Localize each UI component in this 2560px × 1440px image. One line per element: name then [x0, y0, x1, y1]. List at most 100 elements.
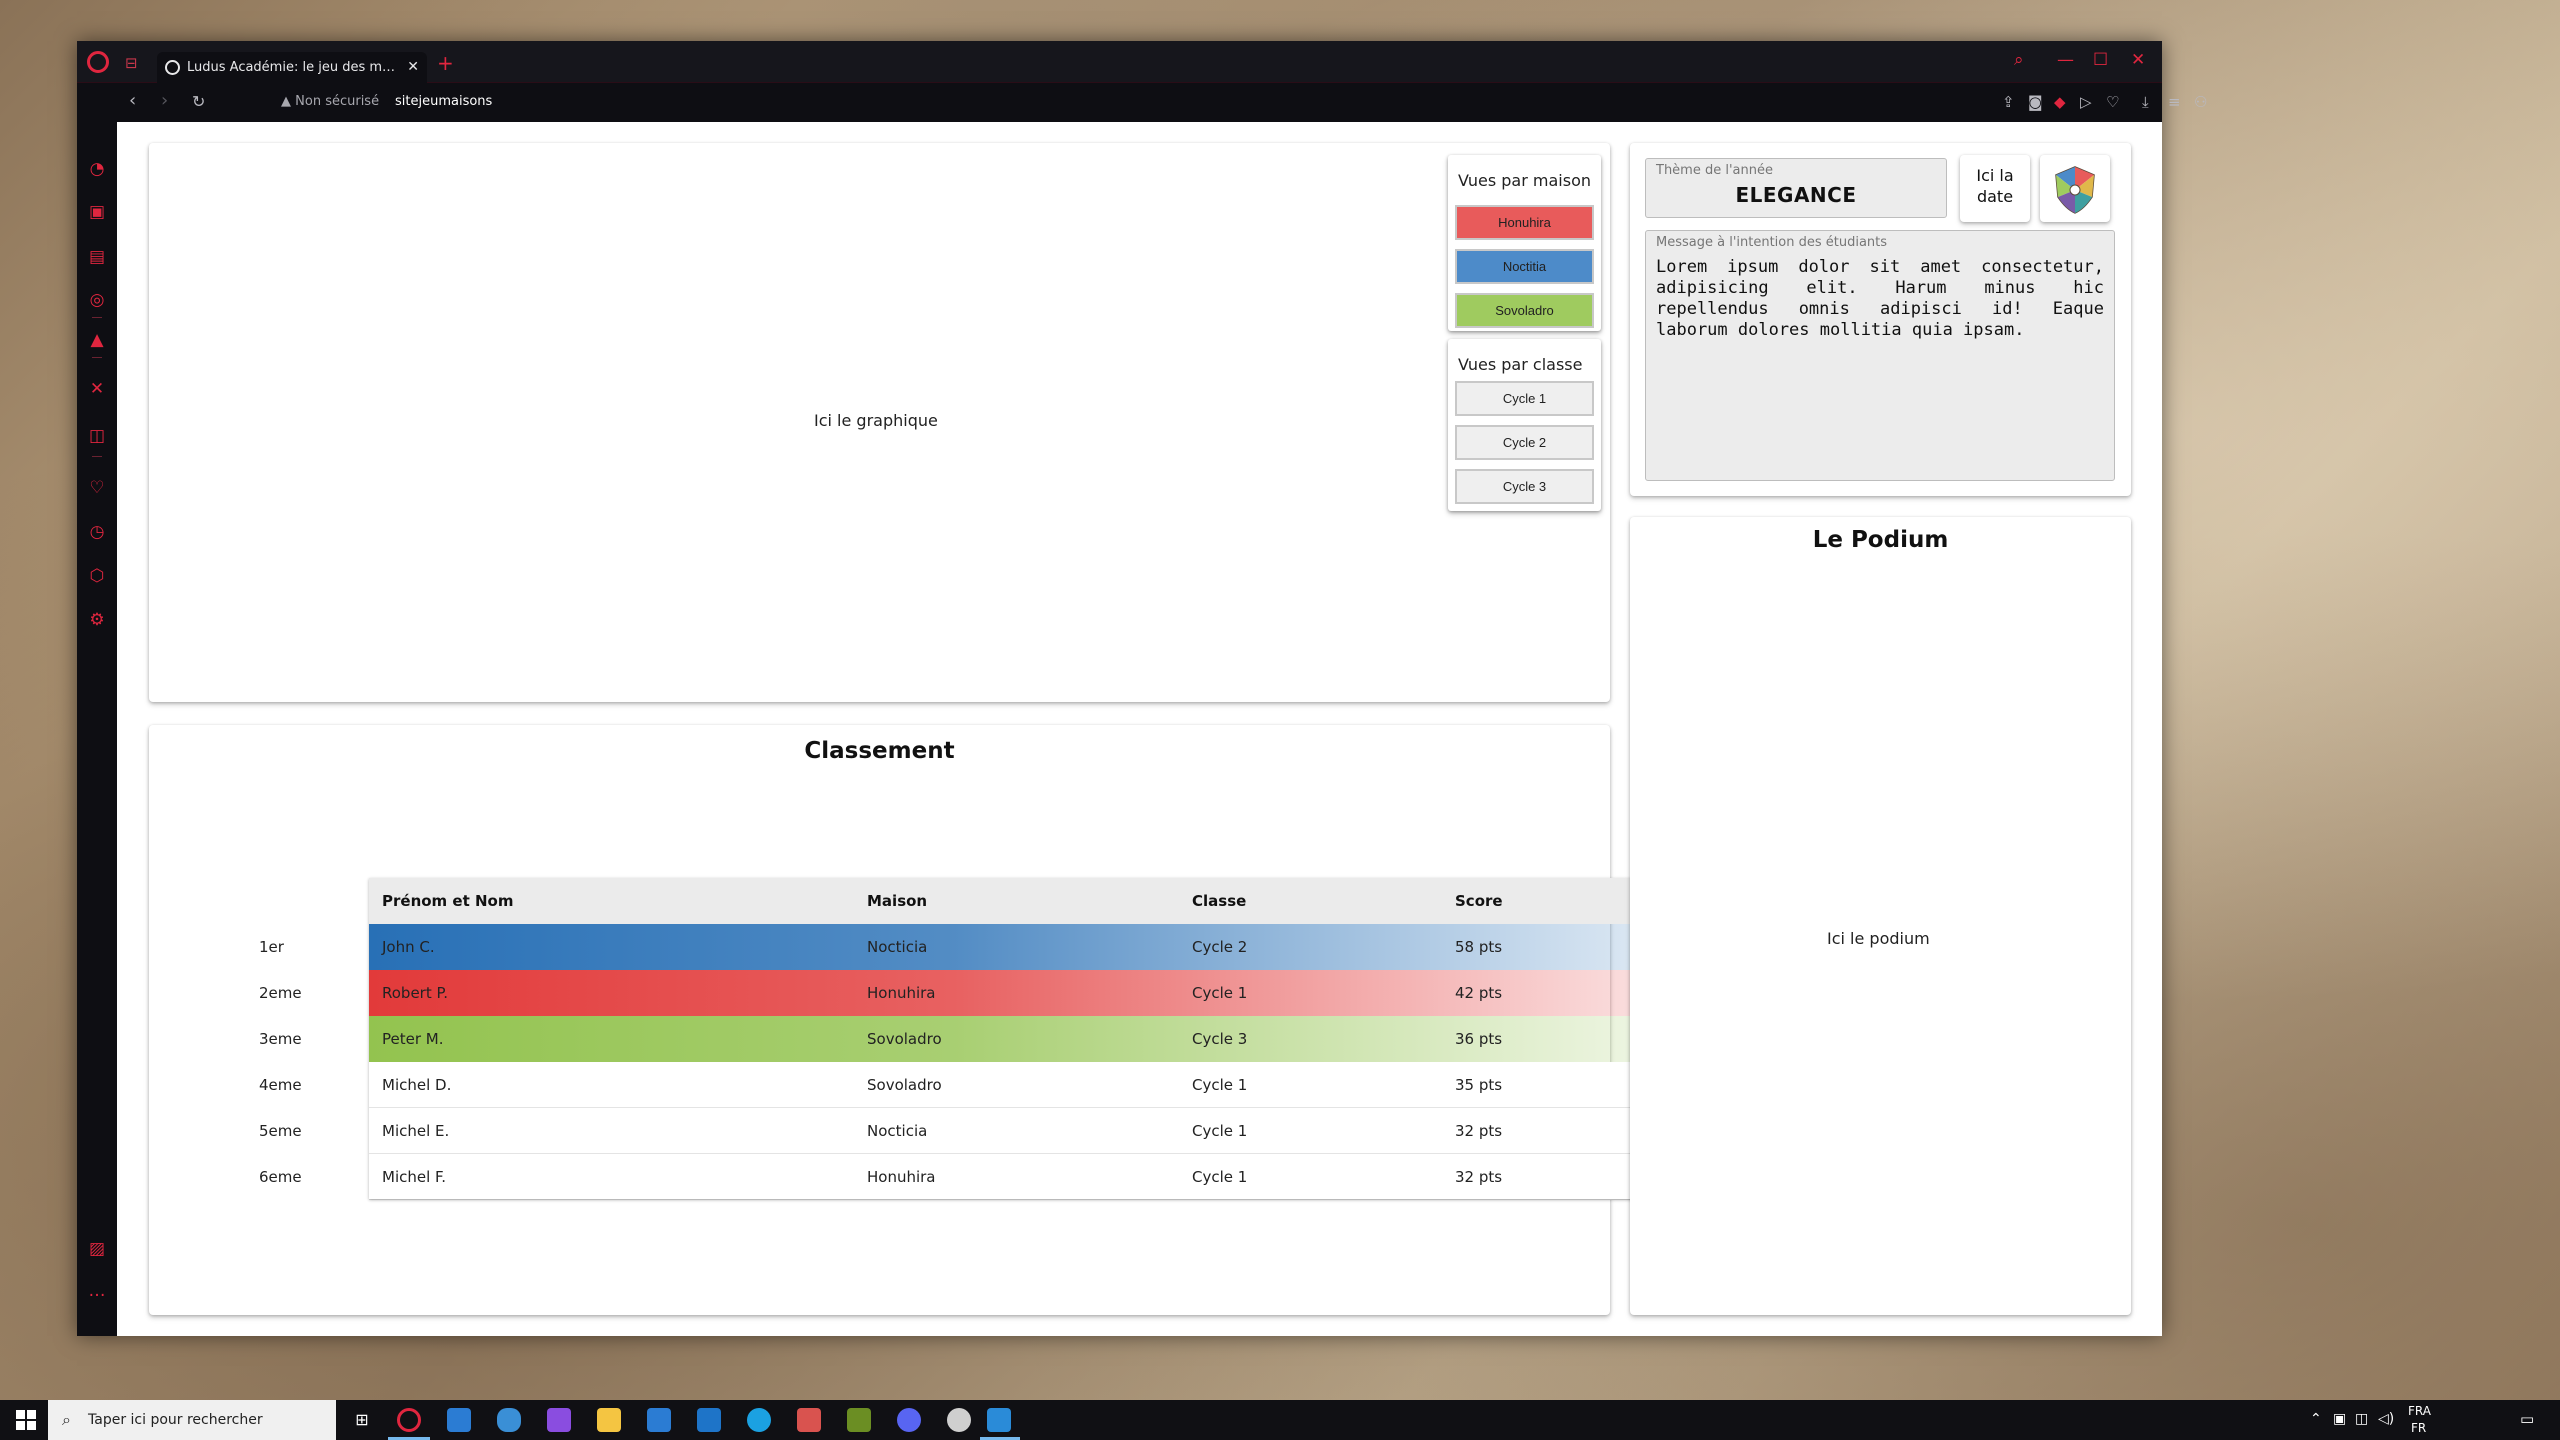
app-taskbar-icon[interactable]: [547, 1408, 571, 1432]
table-row[interactable]: Michel F. Honuhira Cycle 1 32 pts: [369, 1154, 1675, 1200]
security-indicator[interactable]: ▲ Non sécurisé: [281, 94, 379, 109]
taskbar-search-placeholder: Taper ici pour rechercher: [88, 1412, 263, 1428]
share-icon[interactable]: ⇪: [2002, 93, 2015, 111]
instagram-icon[interactable]: ◎: [86, 289, 108, 311]
info-card: Thème de l'année ELEGANCE Ici la date Me…: [1630, 143, 2131, 496]
volume-icon[interactable]: ◁): [2378, 1411, 2394, 1427]
notification-icon[interactable]: ▭: [2520, 1410, 2534, 1428]
app-taskbar-icon[interactable]: [497, 1408, 521, 1432]
mail-icon[interactable]: [697, 1408, 721, 1432]
cell-name: John C.: [382, 938, 435, 956]
file-explorer-icon[interactable]: [597, 1408, 621, 1432]
table-row[interactable]: Michel D. Sovoladro Cycle 1 35 pts: [369, 1062, 1675, 1108]
sidebar-divider: [92, 456, 102, 457]
tab-title: Ludus Académie: le jeu des maisons: [187, 60, 397, 75]
table-row[interactable]: Michel E. Nocticia Cycle 1 32 pts: [369, 1108, 1675, 1154]
sidebar-divider: [92, 357, 102, 358]
discord-taskbar-icon[interactable]: [897, 1408, 921, 1432]
tray-app-icon[interactable]: ▣: [2333, 1411, 2346, 1427]
store-icon[interactable]: [647, 1408, 671, 1432]
vscode-icon[interactable]: [987, 1408, 1011, 1432]
settings-icon[interactable]: ⚙: [86, 609, 108, 631]
network-icon[interactable]: ◫: [2355, 1411, 2368, 1427]
task-view-icon[interactable]: ⊞: [350, 1408, 374, 1432]
reload-icon[interactable]: ↻: [192, 92, 205, 111]
ranking-title: Classement: [804, 738, 955, 764]
chart-card: Ici le graphique Vues par maison Honuhir…: [149, 143, 1610, 702]
cell-score: 42 pts: [1455, 984, 1503, 1002]
speed-dial-icon[interactable]: ◔: [86, 158, 108, 180]
close-tab-icon[interactable]: ✕: [407, 52, 419, 83]
rank-label: 4eme: [259, 1076, 302, 1094]
back-icon[interactable]: ‹: [129, 90, 136, 111]
language-top[interactable]: FRA: [2408, 1404, 2431, 1418]
views-by-class-title: Vues par classe: [1458, 355, 1583, 374]
tray-chevron-icon[interactable]: ⌃: [2310, 1411, 2322, 1427]
browser-titlebar: ⊟ Ludus Académie: le jeu des maisons ✕ +…: [77, 41, 2162, 83]
taskbar-search-input[interactable]: ⌕ Taper ici pour rechercher: [48, 1400, 336, 1440]
table-row[interactable]: John C. Nocticia Cycle 2 58 pts: [369, 924, 1675, 970]
rank-label: 6eme: [259, 1168, 302, 1186]
cell-name: Robert P.: [382, 984, 448, 1002]
app-taskbar-icon[interactable]: [947, 1408, 971, 1432]
views-by-class-panel: Vues par classe Cycle 1 Cycle 2 Cycle 3: [1448, 339, 1601, 511]
app-taskbar-icon[interactable]: [797, 1408, 821, 1432]
security-label: Non sécurisé: [295, 94, 380, 109]
opera-menu-icon[interactable]: [87, 51, 109, 73]
table-row[interactable]: Peter M. Sovoladro Cycle 3 36 pts: [369, 1016, 1675, 1062]
new-tab-button[interactable]: +: [437, 51, 454, 75]
language-bottom[interactable]: FR: [2411, 1421, 2426, 1435]
house-button-honuhira[interactable]: Honuhira: [1455, 205, 1594, 240]
shield-icon[interactable]: ◆: [2054, 93, 2066, 111]
twitch-icon[interactable]: ▤: [86, 246, 108, 268]
opera-taskbar-icon[interactable]: [397, 1408, 421, 1432]
browser-tab-active[interactable]: Ludus Académie: le jeu des maisons ✕: [157, 52, 427, 83]
cell-score: 32 pts: [1455, 1122, 1503, 1140]
windows-taskbar: ⌕ Taper ici pour rechercher ⊞ ⌃ ▣ ◫ ◁) F…: [0, 1400, 2560, 1440]
column-header-house: Maison: [867, 892, 928, 910]
message-field: Message à l'intention des étudiants Lore…: [1645, 230, 2115, 481]
gallery-icon[interactable]: ▨: [86, 1238, 108, 1260]
history-icon[interactable]: ◷: [86, 521, 108, 543]
bag-icon[interactable]: ▣: [86, 201, 108, 223]
sidebar-divider: [92, 317, 102, 318]
x-icon[interactable]: ✕: [86, 378, 108, 400]
table-row[interactable]: Robert P. Honuhira Cycle 1 42 pts: [369, 970, 1675, 1016]
gamepad-icon[interactable]: ⊟: [125, 54, 138, 72]
forward-icon[interactable]: ›: [161, 90, 168, 111]
camera-icon[interactable]: ◙: [2028, 93, 2043, 111]
close-window-button[interactable]: ✕: [2131, 50, 2145, 70]
podium-title: Le Podium: [1812, 527, 1949, 553]
globe-icon: [165, 60, 180, 75]
maximize-button[interactable]: ☐: [2093, 50, 2108, 70]
aria-icon[interactable]: ▲: [86, 329, 108, 351]
minimize-button[interactable]: —: [2057, 50, 2074, 70]
class-button-cycle-1[interactable]: Cycle 1: [1455, 381, 1594, 416]
download-icon[interactable]: ⤓: [2142, 93, 2149, 111]
house-button-sovoladro[interactable]: Sovoladro: [1455, 293, 1594, 328]
url-field[interactable]: sitejeumaisons: [395, 94, 492, 109]
views-by-house-panel: Vues par maison Honuhira Noctitia Sovola…: [1448, 155, 1601, 331]
app-taskbar-icon[interactable]: [847, 1408, 871, 1432]
browser-sidebar: ◔ ▣ ▤ ◎ ▲ ✕ ◫ ♡ ◷ ⬡ ⚙ ▨ …: [77, 84, 117, 1336]
app-taskbar-icon[interactable]: [747, 1408, 771, 1432]
crest-icon: [2055, 166, 2095, 214]
profile-icon[interactable]: ⚇: [2194, 93, 2207, 111]
heart-icon[interactable]: ♡: [2106, 93, 2119, 111]
search-icon[interactable]: ⌕: [2014, 50, 2024, 70]
cell-class: Cycle 1: [1192, 1122, 1248, 1140]
send-icon[interactable]: ▷: [2080, 93, 2092, 111]
app-taskbar-icon[interactable]: [447, 1408, 471, 1432]
menu-icon[interactable]: ≡: [2168, 93, 2181, 111]
cell-house: Honuhira: [867, 1168, 936, 1186]
heart-icon[interactable]: ♡: [86, 477, 108, 499]
more-icon[interactable]: …: [86, 1280, 108, 1302]
house-button-noctitia[interactable]: Noctitia: [1455, 249, 1594, 284]
rank-label: 1er: [259, 938, 284, 956]
theme-value: ELEGANCE: [1735, 183, 1857, 207]
class-button-cycle-2[interactable]: Cycle 2: [1455, 425, 1594, 460]
discord-icon[interactable]: ◫: [86, 425, 108, 447]
windows-start-icon[interactable]: [16, 1410, 36, 1430]
class-button-cycle-3[interactable]: Cycle 3: [1455, 469, 1594, 504]
cube-icon[interactable]: ⬡: [86, 565, 108, 587]
